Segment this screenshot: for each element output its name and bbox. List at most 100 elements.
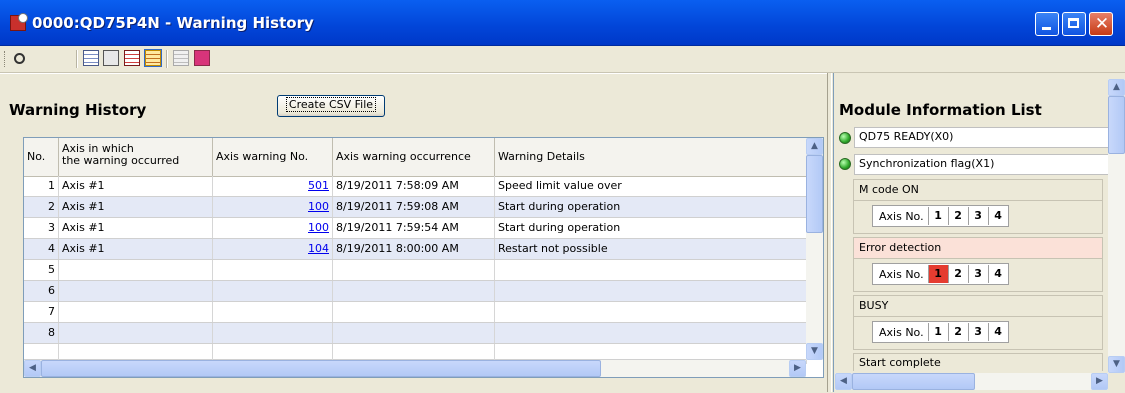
- scroll-thumb[interactable]: [1108, 96, 1125, 154]
- pane-splitter[interactable]: [827, 73, 832, 392]
- details-cell: [495, 302, 807, 322]
- table-row[interactable]: 2 Axis #1 100 8/19/2011 7:59:08 AM Start…: [24, 197, 823, 218]
- scroll-up-icon[interactable]: ▲: [1108, 79, 1125, 96]
- table-row[interactable]: 1 Axis #1 501 8/19/2011 7:58:09 AM Speed…: [24, 176, 823, 197]
- scroll-thumb[interactable]: [41, 360, 601, 377]
- m-code-group: M code ON Axis No. 1 2 3 4: [853, 179, 1103, 234]
- toolbar-grip[interactable]: [4, 51, 8, 67]
- axis-indicator: 1: [927, 207, 948, 225]
- axis-indicator-row: Axis No. 1 2 3 4: [872, 321, 1009, 343]
- group-title: BUSY: [854, 296, 1102, 317]
- table-row[interactable]: 6: [24, 281, 823, 302]
- axis-label: Axis No.: [879, 267, 924, 281]
- start-complete-group: Start complete: [853, 353, 1103, 371]
- module-info-horizontal-scrollbar[interactable]: ◀ ▶: [835, 373, 1108, 390]
- group-title: M code ON: [854, 180, 1102, 201]
- row-number: 3: [24, 218, 59, 238]
- group-title: Error detection: [854, 238, 1102, 259]
- window-title: 0000:QD75P4N - Warning History: [32, 14, 314, 32]
- module-info-vertical-scrollbar[interactable]: ▲ ▼: [1108, 79, 1125, 373]
- axis-indicator: 2: [947, 323, 968, 341]
- details-cell: Speed limit value over: [495, 176, 807, 196]
- toolbar-separator: [76, 50, 78, 68]
- table-row[interactable]: 4 Axis #1 104 8/19/2011 8:00:00 AM Resta…: [24, 239, 823, 260]
- axis-cell: [59, 302, 213, 322]
- title-bar: 0000:QD75P4N - Warning History ✕: [0, 0, 1125, 46]
- scroll-right-icon[interactable]: ▶: [1091, 373, 1108, 390]
- details-cell: [495, 281, 807, 301]
- occurrence-cell: 8/19/2011 7:58:09 AM: [333, 176, 495, 196]
- column-header-no[interactable]: No.: [24, 138, 59, 176]
- scroll-down-icon[interactable]: ▼: [806, 343, 823, 360]
- warning-no-cell: [213, 302, 333, 322]
- find-icon[interactable]: [14, 53, 25, 64]
- occurrence-cell: 8/19/2011 7:59:54 AM: [333, 218, 495, 238]
- status-item: QD75 READY(X0): [854, 127, 1109, 148]
- warning-history-icon[interactable]: [144, 49, 162, 67]
- warning-no-cell: [213, 281, 333, 301]
- grid-view-icon[interactable]: [83, 50, 99, 66]
- axis-indicator: 4: [987, 265, 1008, 283]
- row-number: 7: [24, 302, 59, 322]
- warning-no-cell: 501: [213, 176, 333, 196]
- axis-cell: Axis #1: [59, 176, 213, 196]
- axis-cell: Axis #1: [59, 197, 213, 217]
- error-list-icon[interactable]: [124, 50, 140, 66]
- create-csv-button[interactable]: Create CSV File: [277, 95, 385, 117]
- axis-indicator: 1: [927, 323, 948, 341]
- warning-no-link[interactable]: 501: [308, 179, 329, 192]
- row-number: 8: [24, 323, 59, 343]
- table-row-partial[interactable]: [24, 344, 823, 364]
- group-title: Start complete: [859, 356, 941, 369]
- table-row[interactable]: 3 Axis #1 100 8/19/2011 7:59:54 AM Start…: [24, 218, 823, 239]
- axis-indicator: 3: [967, 323, 988, 341]
- scroll-thumb[interactable]: [806, 155, 823, 233]
- warning-history-table: No. Axis in which the warning occurred A…: [23, 137, 824, 378]
- axis-cell: Axis #1: [59, 218, 213, 238]
- occurrence-cell: 8/19/2011 7:59:08 AM: [333, 197, 495, 217]
- scroll-left-icon[interactable]: ◀: [835, 373, 852, 390]
- scroll-right-icon[interactable]: ▶: [789, 360, 806, 377]
- table-vertical-scrollbar[interactable]: ▲ ▼: [806, 138, 823, 360]
- axis-cell: [59, 323, 213, 343]
- table-horizontal-scrollbar[interactable]: ◀ ▶: [24, 360, 806, 377]
- warning-no-link[interactable]: 104: [308, 242, 329, 255]
- axis-indicator: 4: [987, 323, 1008, 341]
- scroll-up-icon[interactable]: ▲: [806, 138, 823, 155]
- axis-cell: Axis #1: [59, 239, 213, 259]
- column-header-occurrence[interactable]: Axis warning occurrence: [333, 138, 495, 176]
- axis-indicator-row: Axis No. 1 2 3 4: [872, 205, 1009, 227]
- axis-label: Axis No.: [879, 325, 924, 339]
- axis-indicator: 2: [947, 207, 968, 225]
- details-cell: [495, 323, 807, 343]
- column-header-details[interactable]: Warning Details: [495, 138, 807, 176]
- close-button[interactable]: ✕: [1089, 12, 1113, 36]
- minimize-button[interactable]: [1035, 12, 1059, 36]
- maximize-button[interactable]: [1062, 12, 1086, 36]
- column-header-axis[interactable]: Axis in which the warning occurred: [59, 138, 213, 176]
- close-icon: ✕: [1094, 14, 1110, 34]
- copy-search-icon[interactable]: [103, 50, 119, 66]
- occurrence-cell: [333, 302, 495, 322]
- table-row[interactable]: 8: [24, 323, 823, 344]
- scroll-thumb[interactable]: [852, 373, 975, 390]
- create-csv-button-label: Create CSV File: [285, 97, 377, 112]
- axis-indicator: 3: [967, 265, 988, 283]
- scroll-down-icon[interactable]: ▼: [1108, 356, 1125, 373]
- axis-indicator: 2: [947, 265, 968, 283]
- row-number: 2: [24, 197, 59, 217]
- warning-no-link[interactable]: 100: [308, 200, 329, 213]
- details-cell: [495, 260, 807, 280]
- disabled-grid-icon: [173, 50, 189, 66]
- table-row[interactable]: 7: [24, 302, 823, 323]
- warning-history-title: Warning History: [9, 101, 147, 119]
- module-info-pane: Module Information List QD75 READY(X0) S…: [833, 73, 1125, 392]
- warning-no-link[interactable]: 100: [308, 221, 329, 234]
- monitor-icon[interactable]: [194, 50, 210, 66]
- scroll-left-icon[interactable]: ◀: [24, 360, 41, 377]
- minimize-icon: [1042, 27, 1051, 30]
- details-cell: Start during operation: [495, 197, 807, 217]
- table-row[interactable]: 5: [24, 260, 823, 281]
- column-header-warning-no[interactable]: Axis warning No.: [213, 138, 333, 176]
- warning-no-cell: 104: [213, 239, 333, 259]
